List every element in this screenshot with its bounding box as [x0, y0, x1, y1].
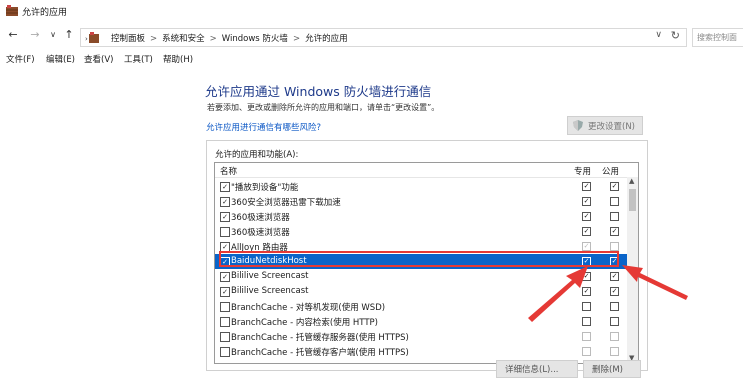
list-header: 名称 专用 公用	[215, 163, 638, 178]
app-name: 360安全浏览器迅雷下载加速	[231, 198, 341, 208]
search-input[interactable]: 搜索控制面	[692, 28, 743, 47]
up-button[interactable]: ↑	[62, 27, 76, 43]
svg-text:›: ›	[85, 35, 88, 43]
menu-tools[interactable]: 工具(T)	[124, 53, 153, 65]
breadcrumb-allowed-apps[interactable]: 允许的应用	[305, 34, 348, 44]
enable-checkbox[interactable]	[220, 227, 230, 237]
delete-button-label: 删除(M)	[592, 365, 623, 375]
menu-help[interactable]: 帮助(H)	[163, 53, 193, 65]
scroll-thumb[interactable]	[629, 189, 636, 211]
recent-locations-button[interactable]: ∨	[46, 27, 60, 43]
page-title: 允许应用通过 Windows 防火墙进行通信	[205, 84, 432, 99]
enable-checkbox[interactable]	[220, 317, 230, 327]
address-bar[interactable]: › 控制面板 > 系统和安全 > Windows 防火墙 > 允许的应用 ∨ ↻	[80, 28, 687, 47]
search-placeholder: 搜索控制面	[697, 33, 737, 42]
allowed-apps-label: 允许的应用和功能(A):	[215, 150, 299, 160]
public-checkbox[interactable]	[610, 332, 619, 341]
private-checkbox[interactable]: ✓	[582, 272, 591, 281]
enable-checkbox[interactable]: ✓	[220, 182, 230, 192]
folder-icon: ›	[85, 32, 99, 43]
refresh-icon[interactable]: ↻	[671, 29, 680, 42]
window-title: 允许的应用	[22, 8, 68, 18]
highlight-box	[219, 251, 619, 267]
forward-button[interactable]: →	[28, 27, 42, 43]
menu-bar: 文件(F) 编辑(E) 查看(V) 工具(T) 帮助(H)	[0, 50, 743, 66]
enable-checkbox[interactable]	[220, 302, 230, 312]
private-checkbox[interactable]: ✓	[582, 242, 591, 251]
enable-checkbox[interactable]	[220, 347, 230, 357]
app-name: BranchCache - 托管缓存客户端(使用 HTTPS)	[231, 348, 409, 358]
private-checkbox[interactable]	[582, 302, 591, 311]
app-name: 360极速浏览器	[231, 228, 290, 238]
private-checkbox[interactable]: ✓	[582, 287, 591, 296]
scroll-up-icon[interactable]: ▲	[629, 177, 634, 185]
app-name: BranchCache - 对等机发现(使用 WSD)	[231, 303, 386, 313]
enable-checkbox[interactable]: ✓	[220, 197, 230, 207]
details-button-label: 详细信息(L)...	[505, 365, 559, 375]
private-checkbox[interactable]	[582, 347, 591, 356]
private-checkbox[interactable]: ✓	[582, 182, 591, 191]
breadcrumb: 控制面板 > 系统和安全 > Windows 防火墙 > 允许的应用	[111, 34, 348, 44]
public-checkbox[interactable]: ✓	[610, 287, 619, 296]
instruction-text: 若要添加、更改或删除所允许的应用和端口，请单击“更改设置”。	[207, 103, 440, 112]
app-name: BranchCache - 托管缓存服务器(使用 HTTPS)	[231, 333, 409, 343]
list-item[interactable]: ✓ 360安全浏览器迅雷下载加速 ✓	[215, 194, 627, 209]
public-checkbox[interactable]: ✓	[610, 227, 619, 236]
risk-info-link[interactable]: 允许应用进行通信有哪些风险?	[206, 121, 321, 133]
app-name: "播放到设备"功能	[231, 183, 299, 193]
app-name: Bililive Screencast	[231, 286, 309, 296]
private-checkbox[interactable]: ✓	[582, 227, 591, 236]
private-checkbox[interactable]: ✓	[582, 212, 591, 221]
menu-file[interactable]: 文件(F)	[6, 53, 35, 65]
vertical-scrollbar[interactable]: ▲ ▼	[627, 177, 638, 363]
column-private[interactable]: 专用	[574, 165, 591, 177]
change-settings-button[interactable]: 更改设置(N)	[567, 116, 643, 135]
menu-edit[interactable]: 编辑(E)	[46, 53, 75, 65]
public-checkbox[interactable]	[610, 197, 619, 206]
list-item[interactable]: BranchCache - 内容检索(使用 HTTP)	[215, 314, 627, 329]
title-bar: 允许的应用	[0, 0, 743, 22]
app-name: BranchCache - 内容检索(使用 HTTP)	[231, 318, 378, 328]
column-name[interactable]: 名称	[220, 165, 237, 177]
allowed-apps-list[interactable]: 名称 专用 公用 ✓ "播放到设备"功能 ✓ ✓ ✓ 360安全浏览器迅雷下载加速 ✓ ✓ 36…	[214, 162, 639, 364]
private-checkbox[interactable]: ✓	[582, 197, 591, 206]
enable-checkbox[interactable]: ✓	[220, 272, 230, 282]
public-checkbox[interactable]	[610, 212, 619, 221]
firewall-icon	[6, 5, 18, 16]
list-item[interactable]: ✓ "播放到设备"功能 ✓ ✓	[215, 179, 627, 194]
public-checkbox[interactable]	[610, 347, 619, 356]
back-button[interactable]: ←	[6, 27, 20, 43]
list-item[interactable]: ✓ 360极速浏览器 ✓	[215, 209, 627, 224]
address-dropdown-icon[interactable]: ∨	[655, 30, 662, 40]
shield-icon	[573, 120, 583, 131]
public-checkbox[interactable]	[610, 317, 619, 326]
delete-button[interactable]: 删除(M)	[583, 360, 641, 378]
menu-view[interactable]: 查看(V)	[84, 53, 113, 65]
list-item[interactable]: BranchCache - 托管缓存服务器(使用 HTTPS)	[215, 329, 627, 344]
enable-checkbox[interactable]: ✓	[220, 212, 230, 222]
list-item[interactable]: ✓ Bililive Screencast ✓ ✓	[215, 269, 627, 284]
breadcrumb-system-security[interactable]: 系统和安全	[162, 34, 205, 44]
details-button[interactable]: 详细信息(L)...	[496, 360, 578, 378]
private-checkbox[interactable]	[582, 317, 591, 326]
allowed-apps-group: 允许的应用和功能(A): 名称 专用 公用 ✓ "播放到设备"功能 ✓ ✓ ✓ 360安全…	[206, 140, 648, 371]
list-item[interactable]: 360极速浏览器 ✓ ✓	[215, 224, 627, 239]
list-item[interactable]: BranchCache - 对等机发现(使用 WSD)	[215, 299, 627, 314]
app-name: Bililive Screencast	[231, 271, 309, 281]
list-item[interactable]: BranchCache - 托管缓存客户端(使用 HTTPS)	[215, 344, 627, 359]
breadcrumb-control-panel[interactable]: 控制面板	[111, 34, 145, 44]
app-name: 360极速浏览器	[231, 213, 290, 223]
public-checkbox[interactable]: ✓	[610, 272, 619, 281]
public-checkbox[interactable]	[610, 302, 619, 311]
enable-checkbox[interactable]	[220, 332, 230, 342]
change-settings-label: 更改设置(N)	[588, 122, 635, 132]
column-public[interactable]: 公用	[602, 165, 619, 177]
public-checkbox[interactable]	[610, 242, 619, 251]
private-checkbox[interactable]	[582, 332, 591, 341]
breadcrumb-windows-firewall[interactable]: Windows 防火墙	[222, 34, 288, 44]
list-item[interactable]: ✓ Bililive Screencast ✓ ✓	[215, 284, 627, 299]
enable-checkbox[interactable]: ✓	[220, 287, 230, 297]
public-checkbox[interactable]: ✓	[610, 182, 619, 191]
